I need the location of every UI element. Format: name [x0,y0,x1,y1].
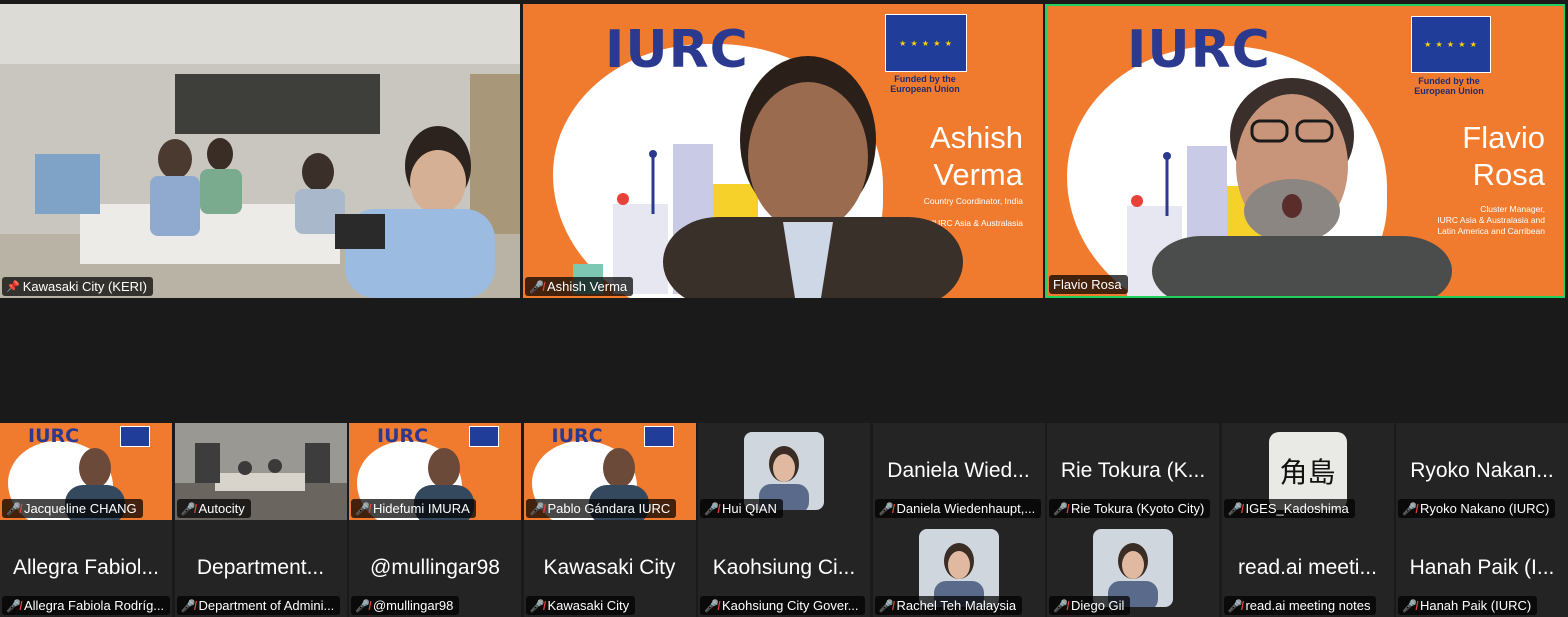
mic-muted-icon: 🎤̸ [180,598,196,613]
participant-name: Department of Admini... [198,598,335,613]
participant-name-tag: 📌 Kawasaki City (KERI) [2,277,153,296]
mic-muted-icon: 🎤̸ [704,501,719,516]
participant-name: Autocity [198,501,245,516]
gallery-tile[interactable]: Kawasaki City 🎤̸ Kawasaki City [523,520,696,617]
participant-display-name: Rie Tokura (K... [1060,459,1206,482]
participant-name: Allegra Fabiola Rodríg... [23,598,165,613]
participant-name: Ashish Verma [546,279,628,294]
gallery-tile[interactable]: Department... 🎤̸ Department of Admini... [174,520,347,617]
mic-muted-icon: 🎤̸ [1402,598,1417,613]
mic-muted-icon: 🎤̸ [529,598,545,613]
participant-name-tag: 🎤̸ Autocity [176,499,251,518]
participant-name: Diego Gil [1070,598,1125,613]
gallery-tile[interactable]: Rie Tokura (K... 🎤̸ Rie Tokura (Kyoto City… [1047,423,1219,520]
gallery-tile[interactable]: IURC 🎤̸ Hidefumi IMURA [349,423,521,520]
participant-name: Daniela Wiedenhaupt,... [896,501,1036,516]
gallery-tile[interactable]: 🎤̸ Diego Gil [1047,520,1219,617]
mic-muted-icon: 🎤̸ [529,501,545,516]
participant-name: IGES_Kadoshima [1245,501,1349,516]
participant-display-name: @mullingar98 [370,556,500,579]
participant-name: read.ai meeting notes [1245,598,1371,613]
participant-name: @mullingar98 [372,598,454,613]
participant-name-tag: 🎤̸ Hanah Paik (IURC) [1398,596,1538,615]
participant-display-name: Kaohsiung Ci... [712,556,856,579]
mic-muted-icon: 🎤̸ [1053,598,1068,613]
conference-room-video [0,4,520,298]
mic-muted-icon: 🎤̸ [1402,501,1417,516]
participant-display-name: Hanah Paik (I... [1409,556,1555,579]
gallery-tile[interactable]: Ryoko Nakan... 🎤̸ Ryoko Nakano (IURC) [1396,423,1568,520]
participant-name-tag: 🎤̸ Kawasaki City [525,596,636,615]
participant-name: Rie Tokura (Kyoto City) [1070,501,1205,516]
mic-muted-icon: 🎤̸ [1227,501,1243,516]
participant-video [663,56,963,298]
slide-speaker-role: Cluster Manager, IURC Asia & Australasia… [1437,204,1545,236]
participant-display-name: Kawasaki City [543,556,676,579]
participant-display-name: Allegra Fabiol... [13,556,159,579]
mic-muted-icon: 🎤̸ [878,598,894,613]
participant-name-tag: 🎤̸ IGES_Kadoshima [1223,499,1355,518]
video-tile-flavio-rosa[interactable]: IURC ★ ★ ★ ★ ★ Funded by the European Un… [1045,4,1565,298]
participant-name: Hui QIAN [721,501,777,516]
gallery-tile[interactable]: 角島 🎤̸ IGES_Kadoshima [1221,423,1394,520]
participant-name: Rachel Teh Malaysia [896,598,1017,613]
pin-icon: 📌 [6,281,20,293]
participant-display-name: Department... [196,556,325,579]
slide-speaker-name: Flavio Rosa [1462,120,1545,192]
participant-name: Kawasaki City [547,598,630,613]
participant-name: Hidefumi IMURA [372,501,470,516]
mic-muted-icon: 🎤̸ [6,501,21,516]
participant-name: Ryoko Nakano (IURC) [1419,501,1550,516]
participant-name: Flavio Rosa [1053,277,1122,292]
participant-name-tag: 🎤̸ Rie Tokura (Kyoto City) [1049,499,1211,518]
mic-muted-icon: 🎤̸ [878,501,894,516]
mic-muted-icon: 🎤̸ [180,501,196,516]
mic-muted-icon: 🎤̸ [355,501,370,516]
participant-name-tag: 🎤̸ Daniela Wiedenhaupt,... [874,499,1042,518]
mic-muted-icon: 🎤̸ [6,598,21,613]
participant-name-tag: 🎤̸ Diego Gil [1049,596,1131,615]
participant-name-tag: 🎤̸ @mullingar98 [351,596,460,615]
participant-name-tag: 🎤̸ Allegra Fabiola Rodríg... [2,596,171,615]
gallery-tile[interactable]: Kaohsiung Ci... 🎤̸ Kaohsiung City Gover... [698,520,870,617]
gallery-tile[interactable]: Daniela Wied... 🎤̸ Daniela Wiedenhaupt,... [872,423,1045,520]
participant-name-tag: 🎤̸ read.ai meeting notes [1223,596,1377,615]
participant-name-tag: 🎤̸ Pablo Gándara IURC [525,499,677,518]
participant-display-name: Daniela Wied... [887,459,1030,482]
gallery-tile[interactable]: IURC 🎤̸ Jacqueline CHANG [0,423,172,520]
mic-muted-icon: 🎤̸ [1053,501,1068,516]
participant-name: Kawasaki City (KERI) [22,279,147,294]
gallery-tile[interactable]: 🎤̸ Hui QIAN [698,423,870,520]
mic-muted-icon: 🎤̸ [355,598,370,613]
mic-muted-icon: 🎤̸ [704,598,719,613]
participant-name-tag: 🎤̸ Ryoko Nakano (IURC) [1398,499,1556,518]
gallery-tile[interactable]: Hanah Paik (I... 🎤̸ Hanah Paik (IURC) [1396,520,1568,617]
participant-display-name: read.ai meeti... [1238,556,1377,579]
participant-name-tag: 🎤̸ Department of Admini... [176,596,341,615]
gallery-tile[interactable]: @mullingar98 🎤̸ @mullingar98 [349,520,521,617]
mic-muted-icon: 🎤̸ [529,279,544,294]
participant-name-tag: 🎤̸ Rachel Teh Malaysia [874,596,1023,615]
gallery-tile[interactable]: read.ai meeti... 🎤̸ read.ai meeting notes [1221,520,1394,617]
participant-name-tag: 🎤̸ Jacqueline CHANG [2,499,143,518]
mic-muted-icon: 🎤̸ [1227,598,1243,613]
participant-name-tag: 🎤̸ Hui QIAN [700,499,783,518]
participant-name: Hanah Paik (IURC) [1419,598,1532,613]
participant-video [1152,78,1452,296]
gallery-tile[interactable]: IURC 🎤̸ Pablo Gándara IURC [523,423,696,520]
gallery-tile[interactable]: Allegra Fabiol... 🎤̸ Allegra Fabiola Rodrí… [0,520,172,617]
participant-name: Jacqueline CHANG [23,501,137,516]
participant-name: Pablo Gándara IURC [547,501,671,516]
eu-flag-icon: ★ ★ ★ ★ ★ [1411,16,1491,73]
participant-name-tag: 🎤̸ Ashish Verma [525,277,634,296]
participant-name: Kaohsiung City Gover... [721,598,859,613]
participant-name-tag: 🎤̸ Kaohsiung City Gover... [700,596,865,615]
video-tile-kawasaki-keri[interactable]: 📌 Kawasaki City (KERI) [0,4,520,298]
gallery-tile[interactable]: 🎤̸ Rachel Teh Malaysia [872,520,1045,617]
participant-display-name: Ryoko Nakan... [1410,459,1554,482]
participant-name-tag: Flavio Rosa [1049,275,1128,294]
video-tile-ashish-verma[interactable]: IURC ★ ★ ★ ★ ★ Funded by the European Un… [523,4,1043,298]
participant-name-tag: 🎤̸ Hidefumi IMURA [351,499,476,518]
gallery-tile[interactable]: 🎤̸ Autocity [174,423,347,520]
